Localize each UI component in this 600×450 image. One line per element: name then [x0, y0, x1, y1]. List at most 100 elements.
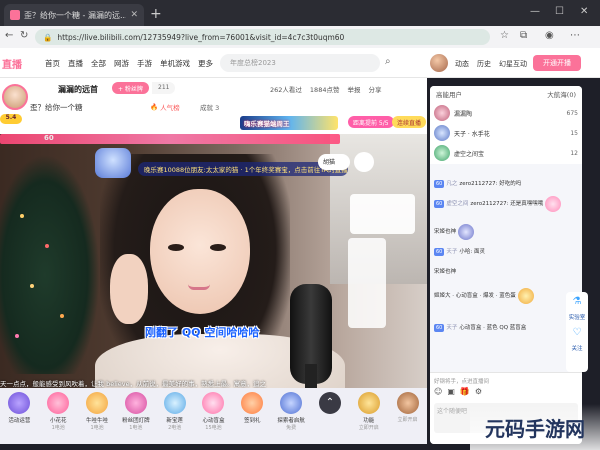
lab-label[interactable]: 实验室: [569, 313, 586, 321]
chat-message[interactable]: 姬姬大 · 心动盲盒 · 爆发 · 蓝色蛋: [434, 288, 579, 304]
nav-link[interactable]: 单机游戏: [160, 58, 190, 69]
likes-stat[interactable]: 1884点赞: [310, 84, 340, 94]
nav-link[interactable]: 首页: [45, 58, 60, 69]
gift-item[interactable]: 签到礼: [233, 392, 272, 424]
new-tab-button[interactable]: +: [150, 6, 162, 22]
streamer-tag-pill[interactable]: 胡猫: [318, 154, 350, 170]
gift-item[interactable]: 探索者启航 免费: [272, 392, 311, 431]
gift-item[interactable]: 活动运营: [0, 392, 39, 424]
streamer-avatar[interactable]: [2, 84, 28, 110]
rank-row[interactable]: 天子 · 水手花 15: [434, 124, 578, 142]
star-icon[interactable]: ☆: [500, 30, 509, 41]
gift-label: 心动盲盒: [202, 418, 225, 424]
gift-bar: 活动运营 小花花 1电池 牛哇牛哇 1电池 粉丝团灯牌 1电池 新宝莲 2电池 心动盲盒…: [0, 388, 427, 444]
user-avatar[interactable]: [430, 54, 448, 72]
gift-icon[interactable]: 🎁: [460, 387, 470, 396]
minimize-button[interactable]: —: [530, 6, 540, 17]
gift-item[interactable]: 小花花 1电池: [39, 392, 78, 431]
side-activity-card[interactable]: [350, 194, 415, 234]
chat-message[interactable]: 60 虚空之间 zero2112727: 还是真嘿嘿哦: [434, 196, 579, 212]
rank-row[interactable]: 虚空之间宝 12: [434, 144, 578, 162]
profile-icon[interactable]: ◉: [545, 30, 554, 41]
lotus-icon: [163, 392, 186, 414]
event-tag[interactable]: 距离提前 5/5: [348, 116, 394, 128]
rank-list: 漏漏陶 675 天子 · 水手花 15 虚空之间宝 12: [430, 100, 582, 164]
address-bar: ← ↻ 🔒 https://live.bilibili.com/12735949…: [0, 26, 600, 48]
play-icon[interactable]: [354, 152, 374, 172]
chat-message[interactable]: 60 天子 心动盲盒 · 蓝色 QQ 蓝盲盒: [434, 324, 579, 332]
light-up-bar[interactable]: 60: [0, 134, 340, 144]
rank-name: 漏漏陶: [454, 110, 473, 118]
header-link-interact[interactable]: 幻星互动: [499, 59, 527, 69]
tab-close-icon[interactable]: ✕: [130, 10, 138, 20]
gift-item[interactable]: 牛哇牛哇 1电池: [78, 392, 117, 431]
streamer-name[interactable]: 漏漏的远首: [58, 84, 98, 95]
rank-name: 虚空之间宝: [454, 150, 485, 158]
menu-icon[interactable]: ⋯: [570, 30, 580, 41]
site-nav: 首页 直播 全部 网游 手游 单机游戏 更多: [45, 58, 213, 69]
maximize-button[interactable]: ☐: [555, 6, 564, 17]
open-live-button[interactable]: 开通开播: [533, 55, 581, 71]
side-list-panel[interactable]: [348, 238, 386, 328]
flower-icon: [47, 392, 70, 414]
gift-broadcast-banner[interactable]: 晚乐赛10088位朋友:太太家的猫 · 1个年终奖赛宝，点击前往TA的直播间: [138, 162, 348, 176]
gift-item[interactable]: 立即开启: [388, 392, 427, 423]
header-link-dynamic[interactable]: 动态: [455, 59, 469, 69]
hot-rank[interactable]: 🔥 人气榜: [150, 102, 180, 112]
search-input[interactable]: 年度总榜2023: [220, 54, 380, 72]
nav-link[interactable]: 网游: [114, 58, 129, 69]
nav-link[interactable]: 手游: [137, 58, 152, 69]
search-icon[interactable]: ⌕: [385, 56, 391, 67]
tree-light: [20, 214, 24, 218]
back-icon[interactable]: ←: [5, 30, 13, 41]
refresh-icon[interactable]: ↻: [20, 30, 28, 41]
gift-price: 立即开启: [358, 425, 379, 431]
close-window-button[interactable]: ✕: [580, 6, 588, 17]
nav-link[interactable]: 直播: [68, 58, 83, 69]
emoji-icon[interactable]: ☺: [434, 387, 442, 396]
chat-message[interactable]: 60 天子 小哈: 面灵: [434, 248, 579, 256]
image-icon[interactable]: ▣: [447, 387, 455, 396]
chat-message[interactable]: 宋姬也神: [434, 268, 579, 276]
url-field[interactable]: 🔒 https://live.bilibili.com/12735949?liv…: [35, 29, 490, 45]
heart-icon[interactable]: ♡: [573, 327, 582, 338]
rank-score: 15: [570, 129, 578, 137]
nav-link[interactable]: 更多: [198, 58, 213, 69]
gift-item[interactable]: 功能 立即开启: [349, 392, 388, 431]
tab-guard[interactable]: 大航海(0): [547, 89, 576, 99]
danmaku-line: 天一点点，般能感受到风吹着，让我 believe，从前说，最美好的事，熟悉上最。…: [0, 380, 267, 388]
gift-item[interactable]: 粉丝团灯牌 1电池: [116, 392, 155, 431]
browser-tab[interactable]: 歪？给你一个糖 - 漏漏的远... ✕: [4, 4, 144, 26]
gift-item[interactable]: 新宝莲 2电池: [155, 392, 194, 431]
gift-label: 小花花: [49, 418, 67, 424]
lab-icon[interactable]: ⚗: [573, 296, 582, 307]
checkin-icon: [241, 392, 264, 414]
event-banner[interactable]: 嗨乐赛猫端周王: [240, 116, 338, 130]
caption-text: 刚翻了 QQ 空间哈哈哈: [145, 326, 260, 339]
achievement-label[interactable]: 成就 3: [200, 102, 219, 112]
follow-button[interactable]: + 粉丝牌: [112, 82, 149, 94]
extensions-icon[interactable]: ⧉: [520, 30, 527, 41]
emoji-sticker-icon: [545, 196, 562, 212]
site-logo[interactable]: 直播: [2, 56, 22, 71]
settings-icon[interactable]: ⚙: [475, 387, 482, 396]
chat-username: 虚空之间: [446, 201, 469, 207]
share-button[interactable]: 分享: [368, 84, 381, 94]
event-tag-continuous[interactable]: 连续直播: [392, 116, 427, 128]
mascot-icon[interactable]: [95, 148, 131, 178]
emoji-sticker-icon: [458, 224, 475, 240]
chat-message[interactable]: 宋姬也神: [434, 224, 579, 240]
rank-row[interactable]: 漏漏陶 675: [434, 104, 578, 122]
video-frame[interactable]: 60 晚乐赛10088位朋友:太太家的猫 · 1个年终奖赛宝，点击前往TA的直播…: [0, 134, 427, 388]
header-link-history[interactable]: 历史: [477, 59, 491, 69]
nav-link[interactable]: 全部: [91, 58, 106, 69]
tab-high-energy[interactable]: 高能用户: [436, 89, 462, 99]
gift-item[interactable]: ⌃: [311, 392, 350, 416]
chat-message[interactable]: 60 凡之 zero2112727: 好吃的吗: [434, 180, 579, 188]
report-button[interactable]: 举报: [347, 84, 360, 94]
fan-medal-badge: 60: [434, 248, 445, 256]
follow-label[interactable]: 关注: [571, 344, 582, 352]
watermark: 元码手游网: [470, 404, 600, 450]
gift-item[interactable]: 心动盲盒 15电池: [194, 392, 233, 431]
tree-light: [45, 244, 49, 248]
